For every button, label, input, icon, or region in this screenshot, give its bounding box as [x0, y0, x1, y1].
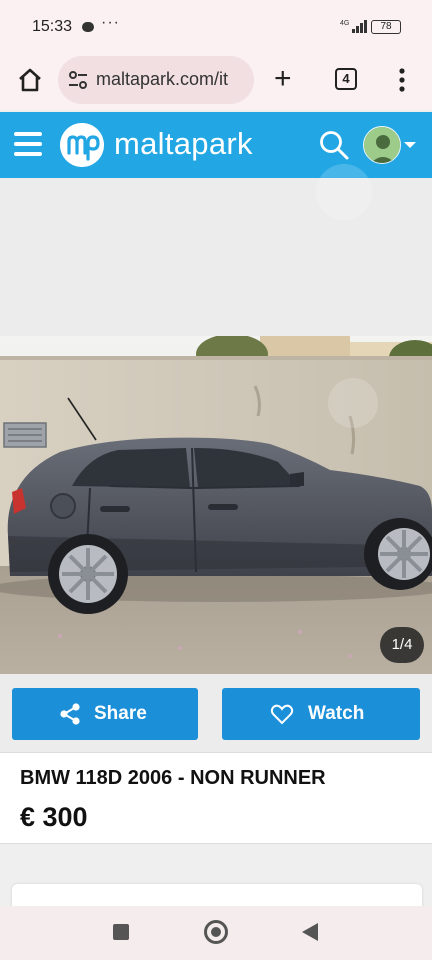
home-icon[interactable] — [16, 66, 44, 94]
more-notifications-icon: ··· — [101, 14, 120, 31]
status-time: 15:33 — [32, 18, 73, 35]
photo-counter: 1/4 — [380, 627, 424, 663]
search-icon[interactable] — [318, 129, 350, 161]
status-bar: 15:33 ··· 4G 78 — [0, 0, 432, 54]
logo-text: maltapark — [114, 126, 253, 161]
action-bar: Share Watch — [0, 674, 432, 752]
signal-icon: 4G — [340, 20, 367, 33]
chat-notification-icon — [82, 22, 94, 32]
watch-button[interactable]: Watch — [222, 688, 420, 740]
share-label: Share — [94, 703, 147, 724]
watch-label: Watch — [308, 703, 365, 724]
chevron-down-icon[interactable] — [404, 142, 416, 148]
listing-details: BMW 118D 2006 - NON RUNNER € 300 — [0, 752, 432, 844]
tab-switcher-button[interactable]: 4 — [335, 68, 357, 90]
heart-icon — [270, 704, 294, 725]
maltapark-logo[interactable] — [60, 123, 104, 167]
plus-icon[interactable]: + — [274, 64, 292, 94]
site-header: maltapark — [0, 112, 432, 178]
svg-text:4G: 4G — [340, 20, 349, 27]
share-icon — [60, 703, 80, 725]
home-circle-icon[interactable] — [204, 920, 228, 944]
avatar[interactable] — [363, 126, 401, 164]
browser-toolbar: maltapark.com/it + 4 — [0, 54, 432, 110]
battery-icon: 78 — [371, 20, 401, 34]
url-text: maltapark.com/it — [96, 69, 229, 89]
back-icon[interactable] — [302, 923, 318, 941]
more-vert-icon[interactable] — [398, 66, 406, 94]
recents-icon[interactable] — [113, 924, 129, 940]
listing-price: € 300 — [20, 802, 88, 832]
watermark-logo — [316, 164, 372, 220]
address-bar[interactable]: maltapark.com/it — [58, 56, 254, 104]
hamburger-icon[interactable] — [14, 132, 42, 158]
watermark-logo — [328, 378, 378, 428]
share-button[interactable]: Share — [12, 688, 198, 740]
listing-title: BMW 118D 2006 - NON RUNNER — [20, 767, 326, 789]
tune-icon[interactable] — [68, 70, 88, 90]
system-nav-bar — [0, 906, 432, 960]
